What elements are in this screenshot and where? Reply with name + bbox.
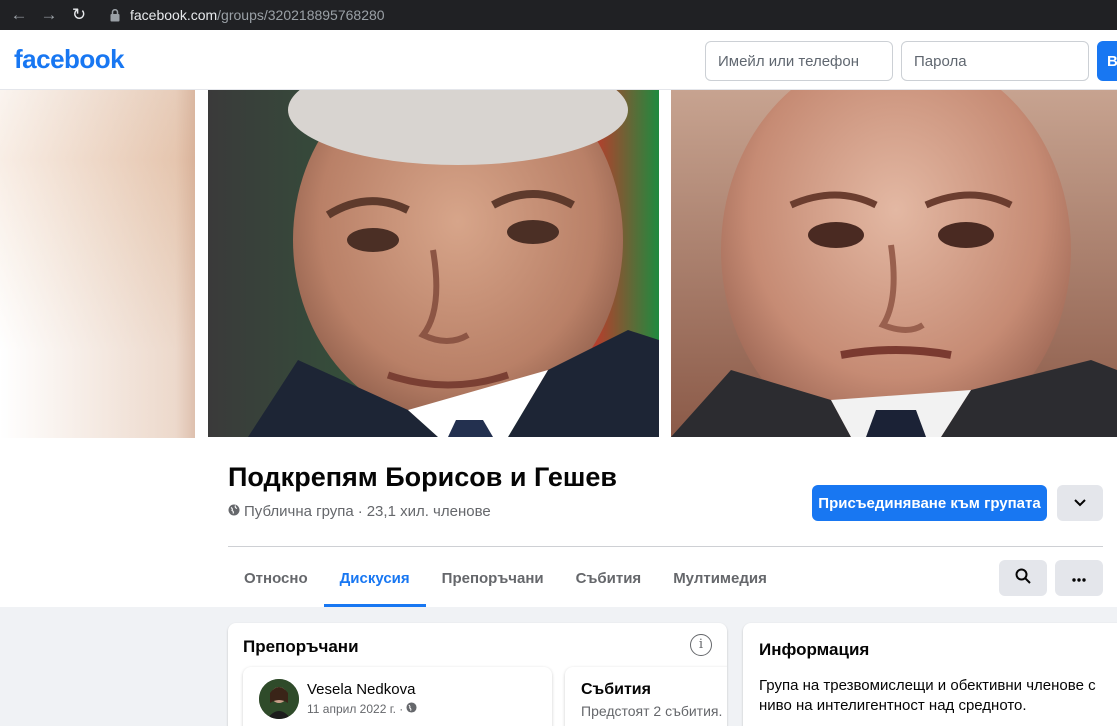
tab-events[interactable]: Събития [560, 550, 658, 607]
email-field[interactable] [705, 41, 893, 81]
reload-icon[interactable]: ↻ [68, 4, 90, 26]
search-button[interactable] [999, 560, 1047, 596]
header-divider [228, 546, 1103, 547]
url-host: facebook.com [130, 7, 218, 23]
group-meta: Публична група · 23,1 хил. членове [228, 503, 491, 520]
join-group-button[interactable]: Присъединяване към групата [812, 485, 1047, 521]
cover-photo[interactable] [208, 90, 1117, 437]
chevron-down-icon [1074, 494, 1086, 512]
featured-events-card[interactable]: Събития Предстоят 2 събития. [565, 667, 727, 726]
cover-blur-background [0, 90, 195, 438]
cover-photo-right-portrait [671, 90, 1117, 437]
events-subtitle: Предстоят 2 събития. [581, 703, 723, 719]
cover-photo-left-portrait [208, 90, 659, 437]
globe-icon [406, 702, 417, 716]
meta-separator: · [357, 503, 363, 520]
tab-media[interactable]: Мултимедия [657, 550, 783, 607]
events-title: Събития [581, 681, 651, 698]
group-member-count[interactable]: 23,1 хил. членове [367, 503, 491, 520]
address-bar[interactable]: facebook.com/groups/320218895768280 [130, 7, 385, 23]
info-icon[interactable]: i [690, 634, 712, 656]
login-button[interactable]: В [1097, 41, 1117, 81]
globe-icon [228, 503, 240, 520]
url-path: /groups/320218895768280 [217, 7, 385, 23]
group-tabs: Относно Дискусия Препоръчани Събития Мул… [228, 550, 783, 607]
join-options-button[interactable] [1057, 485, 1103, 521]
featured-title: Препоръчани [243, 637, 359, 656]
search-icon [1015, 568, 1031, 589]
featured-section: Препоръчани i Vesela Nedkova 11 април 20… [228, 623, 727, 726]
more-options-button[interactable] [1055, 560, 1103, 596]
group-privacy[interactable]: Публична група [244, 503, 354, 520]
post-date[interactable]: 11 април 2022 г. · [307, 702, 403, 716]
tab-about[interactable]: Относно [228, 550, 324, 607]
cover-photo-gap [659, 90, 671, 437]
browser-toolbar: ← → ↻ facebook.com/groups/32021889576828… [0, 0, 1117, 30]
group-header: Подкрепям Борисов и Гешев Публична група… [0, 90, 1117, 607]
group-title[interactable]: Подкрепям Борисов и Гешев [228, 462, 617, 493]
facebook-header: facebook В [0, 30, 1117, 90]
tab-discussion[interactable]: Дискусия [323, 550, 426, 607]
forward-arrow-icon[interactable]: → [38, 4, 60, 26]
featured-post-card[interactable]: Vesela Nedkova 11 април 2022 г. · [243, 667, 552, 726]
password-field[interactable] [901, 41, 1089, 81]
post-author[interactable]: Vesela Nedkova [307, 681, 415, 698]
post-date-row: 11 април 2022 г. · [307, 702, 417, 716]
about-info-card: Информация Група на трезвомислещи и обек… [743, 623, 1117, 726]
more-dots-icon [1072, 569, 1086, 587]
info-title: Информация [759, 640, 870, 659]
lock-icon[interactable] [108, 8, 122, 22]
back-arrow-icon[interactable]: ← [8, 4, 30, 26]
tab-featured[interactable]: Препоръчани [426, 550, 560, 607]
facebook-logo[interactable]: facebook [14, 44, 125, 75]
avatar[interactable] [259, 679, 299, 719]
group-description: Група на трезвомислещи и обективни члено… [759, 677, 1096, 714]
